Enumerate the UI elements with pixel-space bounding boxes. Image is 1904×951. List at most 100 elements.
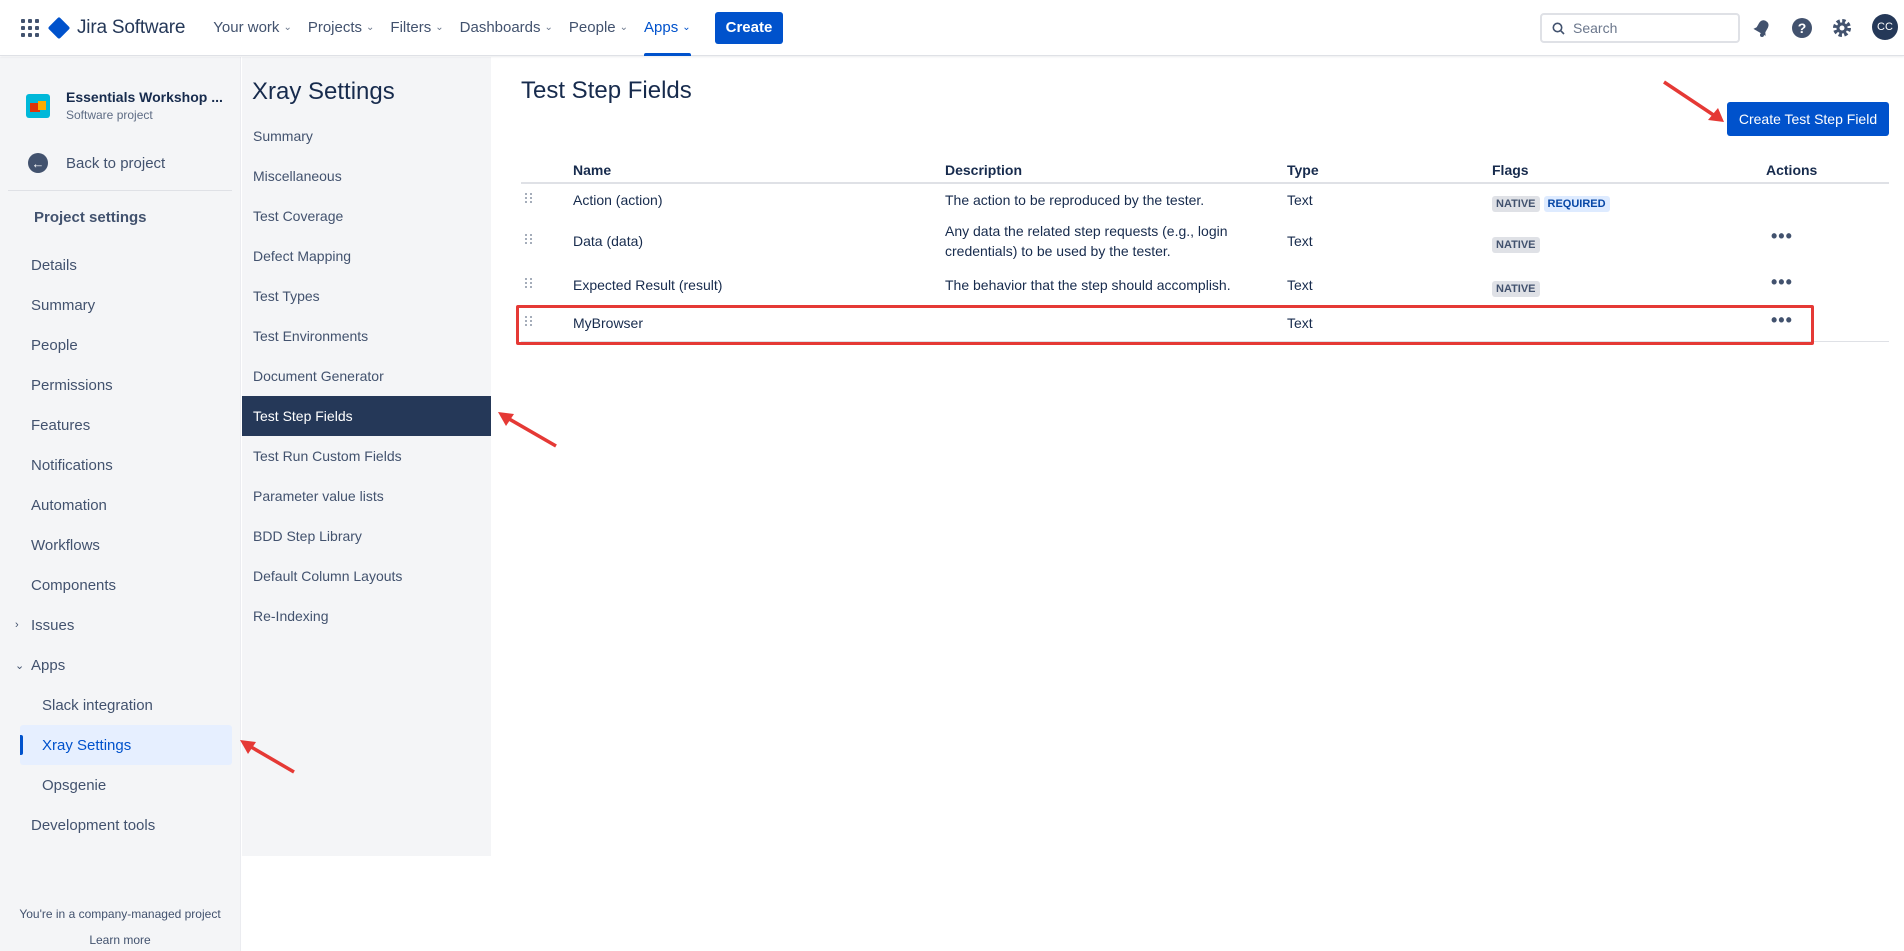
xray-item-test-step-fields[interactable]: Test Step Fields bbox=[242, 396, 491, 436]
xray-item-summary[interactable]: Summary bbox=[242, 116, 491, 156]
arrow-left-icon: ← bbox=[28, 153, 48, 173]
test-step-fields-table: Name Description Type Flags Actions Acti… bbox=[521, 160, 1889, 342]
chevron-right-icon: › bbox=[15, 619, 19, 631]
back-to-project-link[interactable]: ← Back to project bbox=[28, 153, 165, 173]
sidebar-item-features[interactable]: Features bbox=[0, 405, 240, 445]
chevron-down-icon: ⌄ bbox=[366, 22, 375, 33]
table-row: Action (action) The action to be reprodu… bbox=[521, 184, 1889, 216]
sidebar-item-details[interactable]: Details bbox=[0, 245, 240, 285]
drag-handle-icon[interactable] bbox=[525, 234, 533, 244]
xray-item-default-column-layouts[interactable]: Default Column Layouts bbox=[242, 556, 491, 596]
chevron-down-icon: ⌄ bbox=[435, 22, 444, 33]
required-badge: REQUIRED bbox=[1543, 196, 1610, 212]
chevron-down-icon: ⌄ bbox=[682, 22, 691, 33]
column-header-type: Type bbox=[1287, 162, 1319, 178]
sidebar-item-summary[interactable]: Summary bbox=[0, 285, 240, 325]
sidebar-item-notifications[interactable]: Notifications bbox=[0, 445, 240, 485]
xray-item-parameter-value-lists[interactable]: Parameter value lists bbox=[242, 476, 491, 516]
drag-handle-icon[interactable] bbox=[525, 193, 533, 203]
page-title: Test Step Fields bbox=[521, 77, 692, 104]
xray-item-defect-mapping[interactable]: Defect Mapping bbox=[242, 236, 491, 276]
sidebar-divider bbox=[8, 190, 232, 191]
column-header-name: Name bbox=[573, 162, 612, 178]
project-header[interactable]: Essentials Workshop ... Software project bbox=[26, 89, 223, 122]
sidebar-item-issues[interactable]: › Issues bbox=[0, 605, 240, 645]
column-header-flags: Flags bbox=[1492, 162, 1529, 178]
field-name: Expected Result (result) bbox=[573, 277, 723, 293]
product-name: Jira Software bbox=[77, 16, 186, 38]
sidebar-item-components[interactable]: Components bbox=[0, 565, 240, 605]
sidebar-item-slack-integration[interactable]: Slack integration bbox=[0, 685, 240, 725]
chevron-down-icon: ⌄ bbox=[15, 659, 25, 672]
settings-gear-icon[interactable] bbox=[1830, 16, 1854, 40]
table-row: Data (data) Any data the related step re… bbox=[521, 216, 1889, 266]
drag-handle-icon[interactable] bbox=[525, 278, 533, 288]
chevron-down-icon: ⌄ bbox=[544, 22, 553, 33]
xray-settings-menu: Summary Miscellaneous Test Coverage Defe… bbox=[242, 116, 491, 636]
sidebar-item-development-tools[interactable]: Development tools bbox=[0, 805, 240, 845]
chevron-down-icon: ⌄ bbox=[619, 22, 629, 33]
app-switcher-icon[interactable] bbox=[21, 18, 39, 37]
project-sidebar: Essentials Workshop ... Software project… bbox=[0, 57, 241, 951]
nav-dashboards[interactable]: Dashboards ⌄ bbox=[452, 0, 561, 56]
nav-apps[interactable]: Apps ⌄ bbox=[636, 0, 699, 56]
create-test-step-field-button[interactable]: Create Test Step Field bbox=[1727, 102, 1889, 136]
project-settings-list: Details Summary People Permissions Featu… bbox=[0, 245, 240, 845]
sidebar-item-automation[interactable]: Automation bbox=[0, 485, 240, 525]
help-icon[interactable]: ? bbox=[1790, 16, 1814, 40]
field-type: Text bbox=[1287, 277, 1313, 293]
annotation-arrow-icon bbox=[1663, 80, 1724, 122]
sidebar-item-workflows[interactable]: Workflows bbox=[0, 525, 240, 565]
jira-logo[interactable]: Jira Software bbox=[47, 16, 186, 39]
svg-text:?: ? bbox=[1798, 20, 1807, 36]
project-name: Essentials Workshop ... bbox=[66, 89, 223, 105]
xray-item-test-environments[interactable]: Test Environments bbox=[242, 316, 491, 356]
field-description: The action to be reproduced by the teste… bbox=[945, 192, 1205, 208]
xray-item-document-generator[interactable]: Document Generator bbox=[242, 356, 491, 396]
search-placeholder: Search bbox=[1573, 20, 1618, 36]
field-name: Data (data) bbox=[573, 233, 644, 249]
notifications-icon[interactable] bbox=[1750, 16, 1774, 40]
search-icon bbox=[1552, 22, 1565, 35]
xray-item-bdd-step-library[interactable]: BDD Step Library bbox=[242, 516, 491, 556]
xray-item-test-coverage[interactable]: Test Coverage bbox=[242, 196, 491, 236]
sidebar-item-xray-settings[interactable]: Xray Settings bbox=[20, 725, 232, 765]
field-flags: NATIVE REQUIRED bbox=[1492, 192, 1614, 212]
xray-item-re-indexing[interactable]: Re-Indexing bbox=[242, 596, 491, 636]
native-badge: NATIVE bbox=[1492, 196, 1540, 212]
project-settings-heading: Project settings bbox=[34, 209, 147, 226]
xray-item-test-types[interactable]: Test Types bbox=[242, 276, 491, 316]
column-header-actions: Actions bbox=[1766, 162, 1818, 178]
field-description: Any data the related step requests (e.g.… bbox=[945, 223, 1228, 259]
nav-projects[interactable]: Projects ⌄ bbox=[300, 0, 383, 56]
jira-diamond-icon bbox=[47, 16, 71, 39]
drag-handle-icon[interactable] bbox=[525, 316, 533, 326]
learn-more-link[interactable]: Learn more bbox=[0, 933, 240, 947]
xray-item-miscellaneous[interactable]: Miscellaneous bbox=[242, 156, 491, 196]
chevron-down-icon: ⌄ bbox=[283, 22, 292, 33]
annotation-arrow-icon bbox=[498, 412, 557, 448]
sidebar-item-opsgenie[interactable]: Opsgenie bbox=[0, 765, 240, 805]
project-type: Software project bbox=[66, 108, 153, 122]
create-button[interactable]: Create bbox=[714, 11, 784, 44]
sidebar-item-people[interactable]: People bbox=[0, 325, 240, 365]
xray-item-test-run-custom-fields[interactable]: Test Run Custom Fields bbox=[242, 436, 491, 476]
top-navigation: Jira Software Your work ⌄ Projects ⌄ Filte… bbox=[0, 0, 1904, 56]
native-badge: NATIVE bbox=[1492, 237, 1540, 253]
nav-filters[interactable]: Filters ⌄ bbox=[382, 0, 451, 56]
column-header-description: Description bbox=[945, 162, 1023, 178]
more-actions-icon[interactable]: ••• bbox=[1771, 226, 1793, 247]
field-name: MyBrowser bbox=[573, 315, 644, 331]
xray-settings-sidebar: Xray Settings Summary Miscellaneous Test… bbox=[242, 57, 491, 856]
primary-nav: Your work ⌄ Projects ⌄ Filters ⌄ Dashboards… bbox=[205, 0, 698, 56]
more-actions-icon[interactable]: ••• bbox=[1771, 310, 1793, 331]
search-input[interactable]: Search bbox=[1540, 13, 1740, 43]
more-actions-icon[interactable]: ••• bbox=[1771, 272, 1793, 293]
table-header: Name Description Type Flags Actions bbox=[521, 160, 1889, 184]
user-avatar[interactable]: CC bbox=[1872, 14, 1898, 40]
sidebar-item-apps[interactable]: ⌄ Apps bbox=[0, 645, 240, 685]
sidebar-item-permissions[interactable]: Permissions bbox=[0, 365, 240, 405]
field-type: Text bbox=[1287, 192, 1313, 208]
nav-people[interactable]: People ⌄ bbox=[561, 0, 636, 56]
nav-your-work[interactable]: Your work ⌄ bbox=[205, 0, 300, 56]
